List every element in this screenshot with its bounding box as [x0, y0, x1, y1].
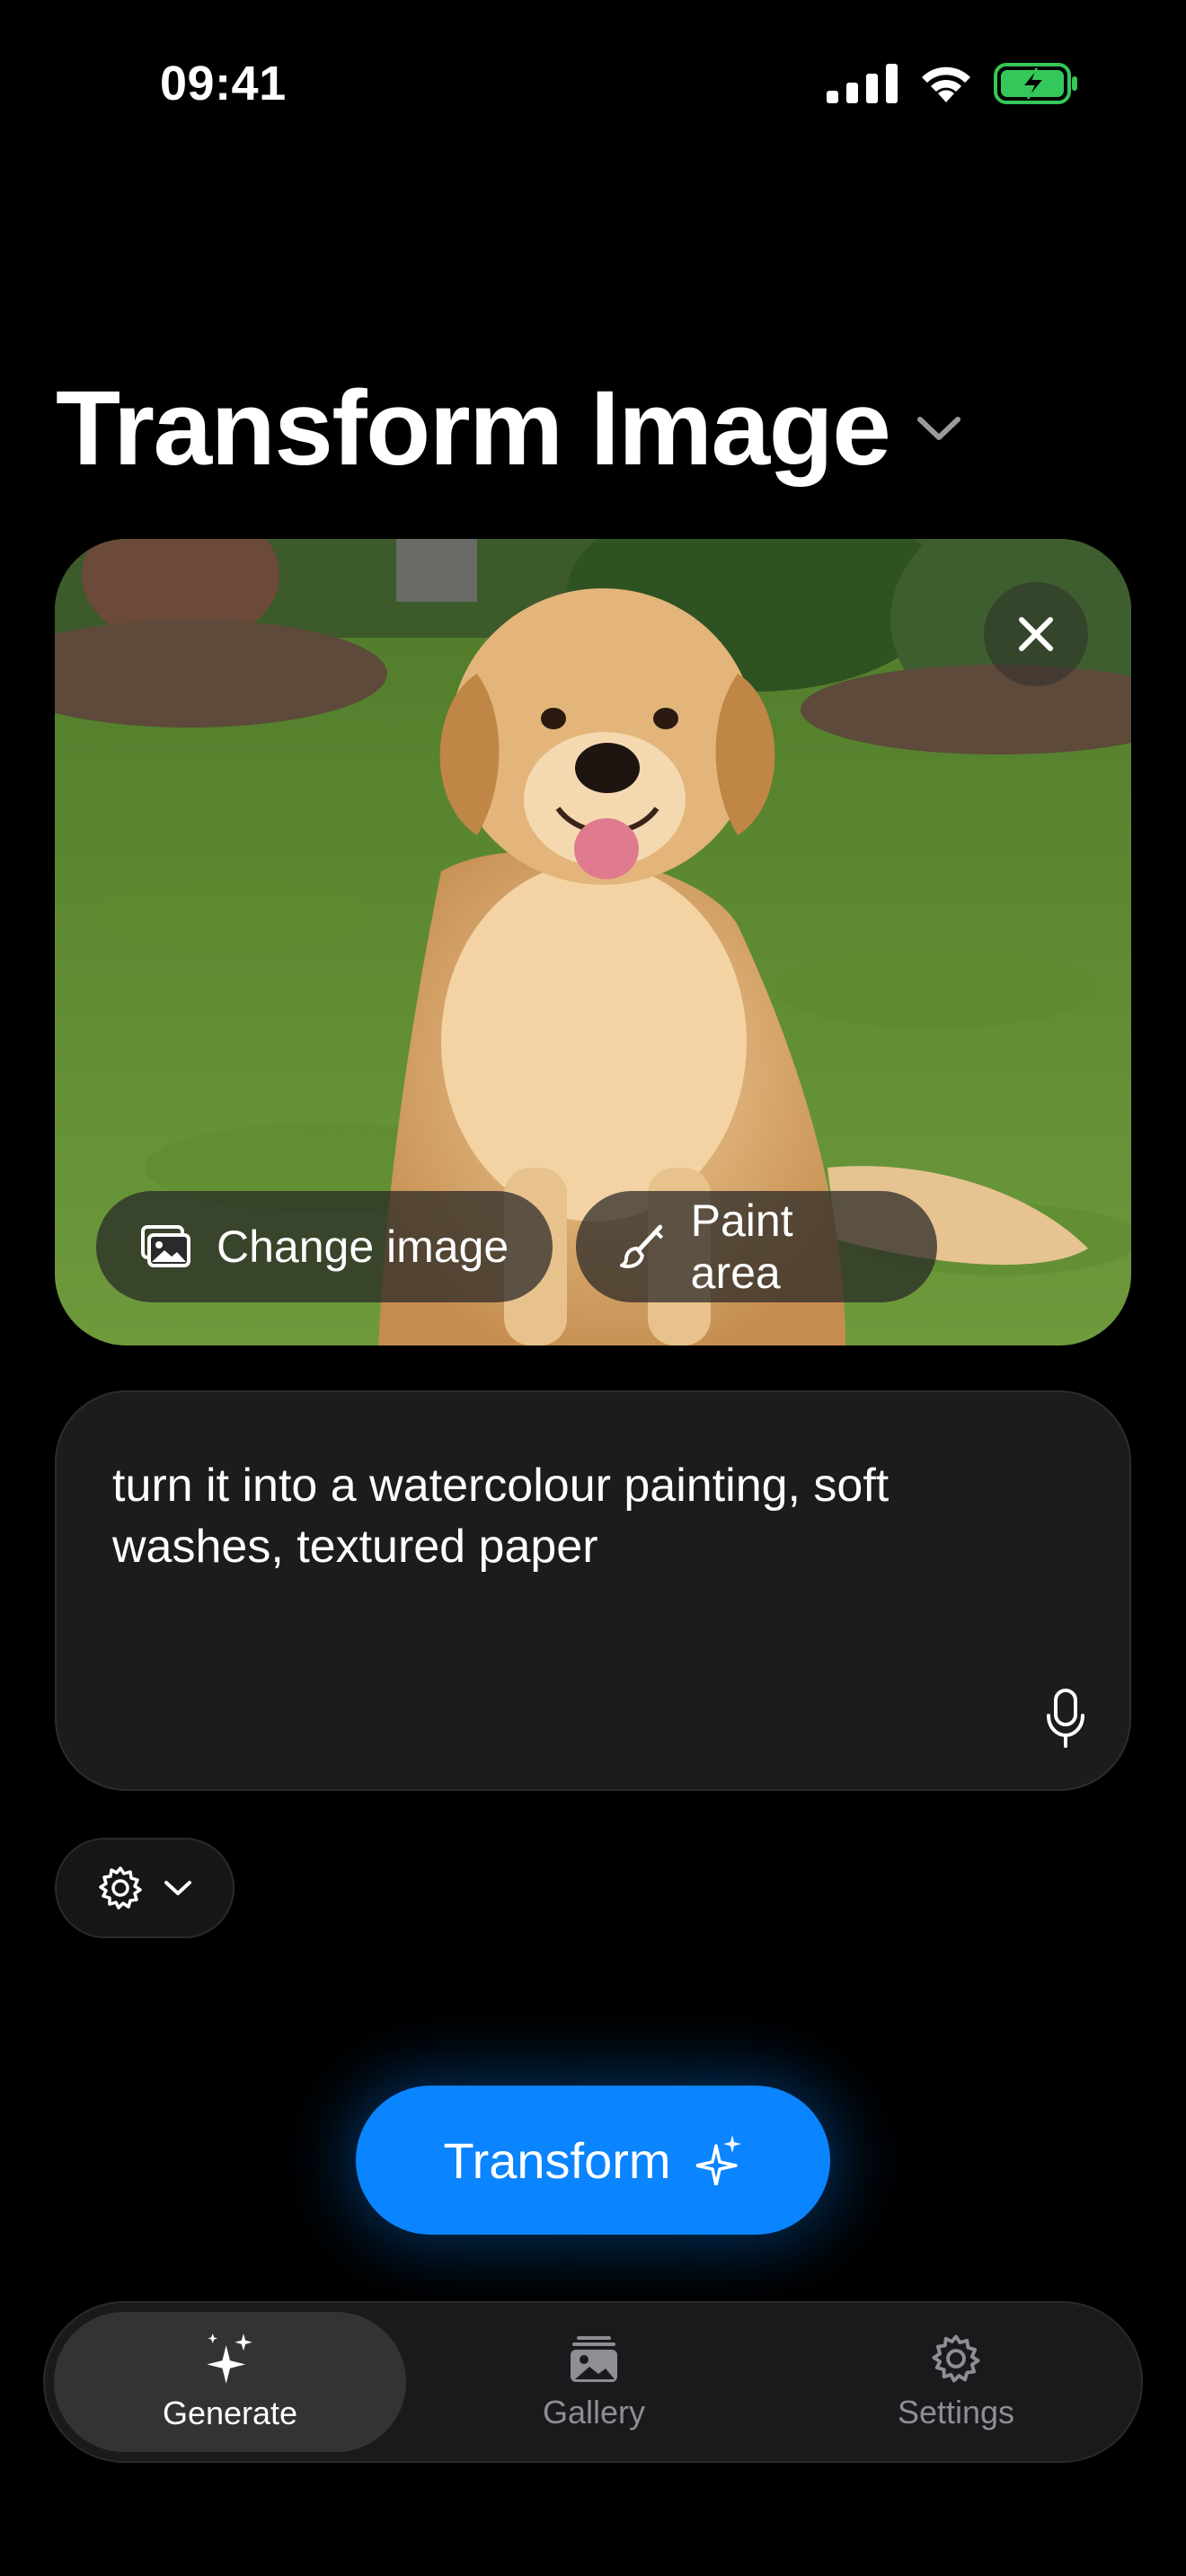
change-image-label: Change image	[217, 1222, 509, 1272]
sparkles-icon	[207, 2333, 252, 2384]
paintbrush-icon	[619, 1224, 664, 1268]
photos-icon	[141, 1225, 190, 1267]
title-dropdown[interactable]: Transform Image	[56, 375, 961, 481]
gear-icon	[932, 2334, 980, 2383]
tab-gallery[interactable]: Gallery	[418, 2312, 770, 2452]
tab-generate[interactable]: Generate	[54, 2312, 406, 2452]
tab-settings-label: Settings	[897, 2394, 1015, 2430]
transform-button[interactable]: Transform	[356, 2086, 830, 2235]
transform-image-screen: 09:41 Transform Image Change image Paint…	[0, 0, 1186, 2576]
close-icon	[1019, 617, 1053, 651]
status-icons	[827, 63, 1078, 104]
prompt-text-area[interactable]: turn it into a watercolour painting, sof…	[55, 1390, 1131, 1791]
gear-icon	[99, 1866, 142, 1910]
battery-charging-icon	[994, 63, 1077, 104]
sparkles-icon	[695, 2135, 741, 2185]
remove-image-button[interactable]	[984, 582, 1088, 686]
tab-bar: Generate Gallery Settings	[43, 2301, 1143, 2463]
transform-label: Transform	[443, 2131, 671, 2189]
chevron-down-icon	[164, 1881, 191, 1895]
tab-settings[interactable]: Settings	[780, 2312, 1132, 2452]
wifi-icon	[922, 66, 970, 102]
tab-generate-label: Generate	[162, 2395, 298, 2431]
status-time: 09:41	[160, 57, 287, 110]
options-menu-button[interactable]	[55, 1838, 235, 1938]
source-image-card[interactable]: Change image Paint area	[55, 539, 1131, 1345]
page-title: Transform Image	[56, 369, 891, 488]
paint-area-label: Paint area	[690, 1195, 793, 1298]
change-image-button[interactable]: Change image	[96, 1191, 553, 1302]
prompt-text[interactable]: turn it into a watercolour painting, sof…	[112, 1455, 1029, 1577]
tab-gallery-label: Gallery	[542, 2394, 646, 2430]
microphone-icon[interactable]	[1045, 1689, 1086, 1748]
cellular-signal-icon	[827, 64, 898, 103]
paint-area-button[interactable]: Paint area	[576, 1191, 937, 1302]
photo-stack-icon	[571, 2336, 617, 2382]
chevron-down-icon	[917, 417, 961, 440]
